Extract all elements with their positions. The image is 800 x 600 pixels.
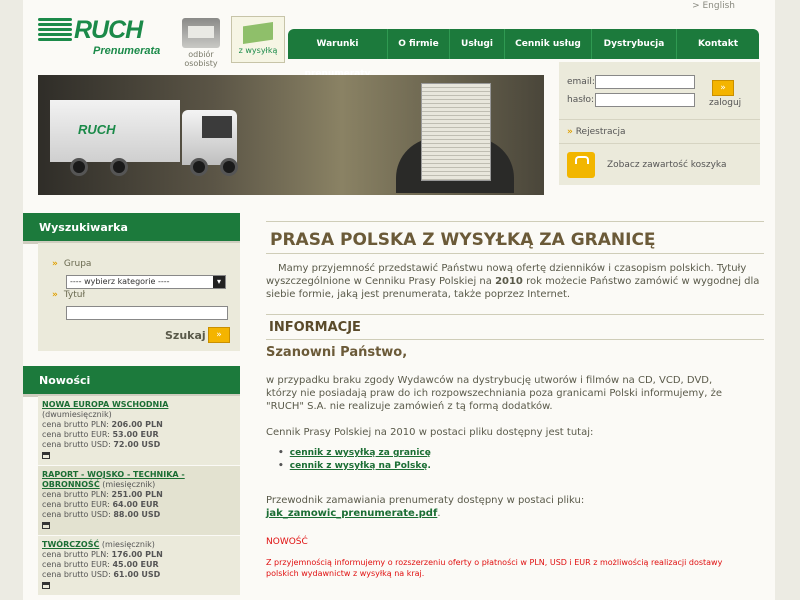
logo-brand-text: RUCH	[74, 16, 143, 44]
price-label: cena brutto EUR:	[42, 500, 110, 509]
cart-link[interactable]: Zobacz zawartość koszyka	[607, 160, 727, 170]
title-search-input[interactable]	[66, 306, 228, 320]
pricelist-links: cennik z wysyłką za granicę cennik z wys…	[278, 447, 431, 473]
truck-logo: RUCH	[78, 122, 116, 137]
news-item-title[interactable]: NOWA EUROPA WSCHODNIA	[42, 400, 168, 409]
news-item: RAPORT - WOJSKO - TECHNIKA - OBRONNOŚĆ (…	[38, 466, 240, 536]
pricelist-paragraph: Cennik Prasy Polskiej na 2010 w postaci …	[266, 427, 594, 438]
link-item: cennik z wysyłką za granicę	[278, 447, 431, 460]
news-item-period: (miesięcznik)	[102, 480, 156, 489]
price-label: cena brutto USD:	[42, 440, 111, 449]
logo-stripes-icon	[38, 18, 72, 46]
register-label: Rejestracja	[575, 127, 626, 137]
page: > English RUCH Prenumerata odbiór osobis…	[23, 0, 775, 600]
link-item: cennik z wysyłką na Polskę.	[278, 460, 431, 473]
page-title: PRASA POLSKA Z WYSYŁKĄ ZA GRANICĘ	[266, 221, 764, 254]
ruch-logo[interactable]: RUCH Prenumerata	[38, 16, 173, 60]
nav-contact[interactable]: Kontakt	[677, 29, 759, 59]
nav-services[interactable]: Usługi	[450, 29, 505, 59]
price-label: cena brutto EUR:	[42, 560, 110, 569]
news-text: Z przyjemnością informujemy o rozszerzen…	[266, 558, 723, 578]
main-nav: Warunki prenumeraty O firmie Usługi Cenn…	[288, 29, 759, 79]
price-label: cena brutto PLN:	[42, 420, 109, 429]
email-label: email:	[567, 77, 595, 87]
pickup-option[interactable]: odbiór osobisty	[175, 18, 227, 68]
greeting: Szanowni Państwo,	[266, 345, 408, 360]
news-heading: NOWOŚĆ	[266, 537, 308, 547]
shipping-label: z wysyłką	[238, 46, 278, 55]
category-select[interactable]: ---- wybierz kategorie ----	[66, 275, 226, 289]
truck-image: RUCH	[50, 100, 250, 180]
intro-text: Mamy przyjemność przedstawić Państwu now…	[266, 263, 760, 300]
price-label: cena brutto EUR:	[42, 430, 110, 439]
price-label: cena brutto PLN:	[42, 550, 109, 559]
add-to-cart-icon[interactable]	[42, 452, 50, 459]
search-label[interactable]: Szukaj	[165, 329, 206, 342]
pricelist-abroad-link[interactable]: cennik z wysyłką za granicę	[290, 448, 431, 458]
price-usd: 72.00 USD	[113, 440, 161, 449]
email-field[interactable]	[595, 75, 695, 89]
price-label: cena brutto USD:	[42, 510, 111, 519]
search-box: »Grupa ---- wybierz kategorie ---- »Tytu…	[38, 243, 240, 351]
news-item: TWÓRCZOŚĆ (miesięcznik) cena brutto PLN:…	[38, 536, 240, 596]
login-box: email: hasło: » zaloguj	[559, 62, 760, 119]
guide-paragraph: Przewodnik zamawiania prenumeraty dostęp…	[266, 495, 585, 519]
guide-pdf-link[interactable]: jak_zamowic_prenumerate.pdf	[266, 508, 437, 519]
news-item-period: (miesięcznik)	[101, 540, 155, 549]
news-list: NOWA EUROPA WSCHODNIA (dwumiesięcznik) c…	[38, 396, 240, 596]
price-eur: 64.00 EUR	[112, 500, 159, 509]
shopping-bag-icon	[567, 152, 595, 178]
logo-subtitle: Prenumerata	[93, 45, 161, 57]
nav-distribution[interactable]: Dystrybucja	[592, 29, 677, 59]
cart-box[interactable]: Zobacz zawartość koszyka	[559, 143, 760, 185]
pricelist-poland-link[interactable]: cennik z wysyłką na Polskę	[290, 461, 428, 471]
news-box-title: Nowości	[23, 366, 240, 394]
hero-banner: RUCH	[38, 75, 544, 195]
envelope-icon	[243, 22, 273, 44]
info-paragraph: w przypadku braku zgody Wydawców na dyst…	[266, 375, 722, 412]
nav-subscription-terms[interactable]: Warunki prenumeraty	[288, 29, 388, 79]
title-label: » Tytuł	[52, 290, 86, 300]
register-link[interactable]: » Rejestracja	[559, 119, 760, 143]
news-item-title[interactable]: TWÓRCZOŚĆ	[42, 540, 99, 549]
nav-pricing[interactable]: Cennik usług	[505, 29, 592, 59]
login-button[interactable]: »	[712, 80, 734, 96]
price-eur: 45.00 EUR	[112, 560, 159, 569]
search-button[interactable]: »	[208, 327, 230, 343]
shipping-option[interactable]: z wysyłką	[231, 16, 285, 63]
intro-year: 2010	[495, 276, 523, 287]
bullet-icon: »	[567, 127, 573, 137]
search-box-title: Wyszukiwarka	[23, 213, 240, 241]
nav-about[interactable]: O firmie	[388, 29, 450, 59]
password-label: hasło:	[567, 95, 595, 105]
add-to-cart-icon[interactable]	[42, 522, 50, 529]
news-item: NOWA EUROPA WSCHODNIA (dwumiesięcznik) c…	[38, 396, 240, 466]
newspaper-reader-image	[396, 83, 514, 193]
price-usd: 88.00 USD	[113, 510, 161, 519]
news-item-period: (dwumiesięcznik)	[42, 410, 112, 419]
price-usd: 61.00 USD	[113, 570, 161, 579]
pickup-label: odbiór osobisty	[184, 50, 218, 68]
login-label[interactable]: zaloguj	[709, 98, 741, 108]
price-label: cena brutto PLN:	[42, 490, 109, 499]
group-label: » Grupa	[52, 259, 92, 269]
password-field[interactable]	[595, 93, 695, 107]
add-to-cart-icon[interactable]	[42, 582, 50, 589]
price-eur: 53.00 EUR	[112, 430, 159, 439]
price-label: cena brutto USD:	[42, 570, 111, 579]
price-pln: 176.00 PLN	[111, 550, 163, 559]
english-link[interactable]: > English	[692, 1, 735, 11]
kiosk-icon	[182, 18, 220, 48]
info-heading: INFORMACJE	[266, 314, 764, 340]
price-pln: 206.00 PLN	[111, 420, 163, 429]
price-pln: 251.00 PLN	[111, 490, 163, 499]
